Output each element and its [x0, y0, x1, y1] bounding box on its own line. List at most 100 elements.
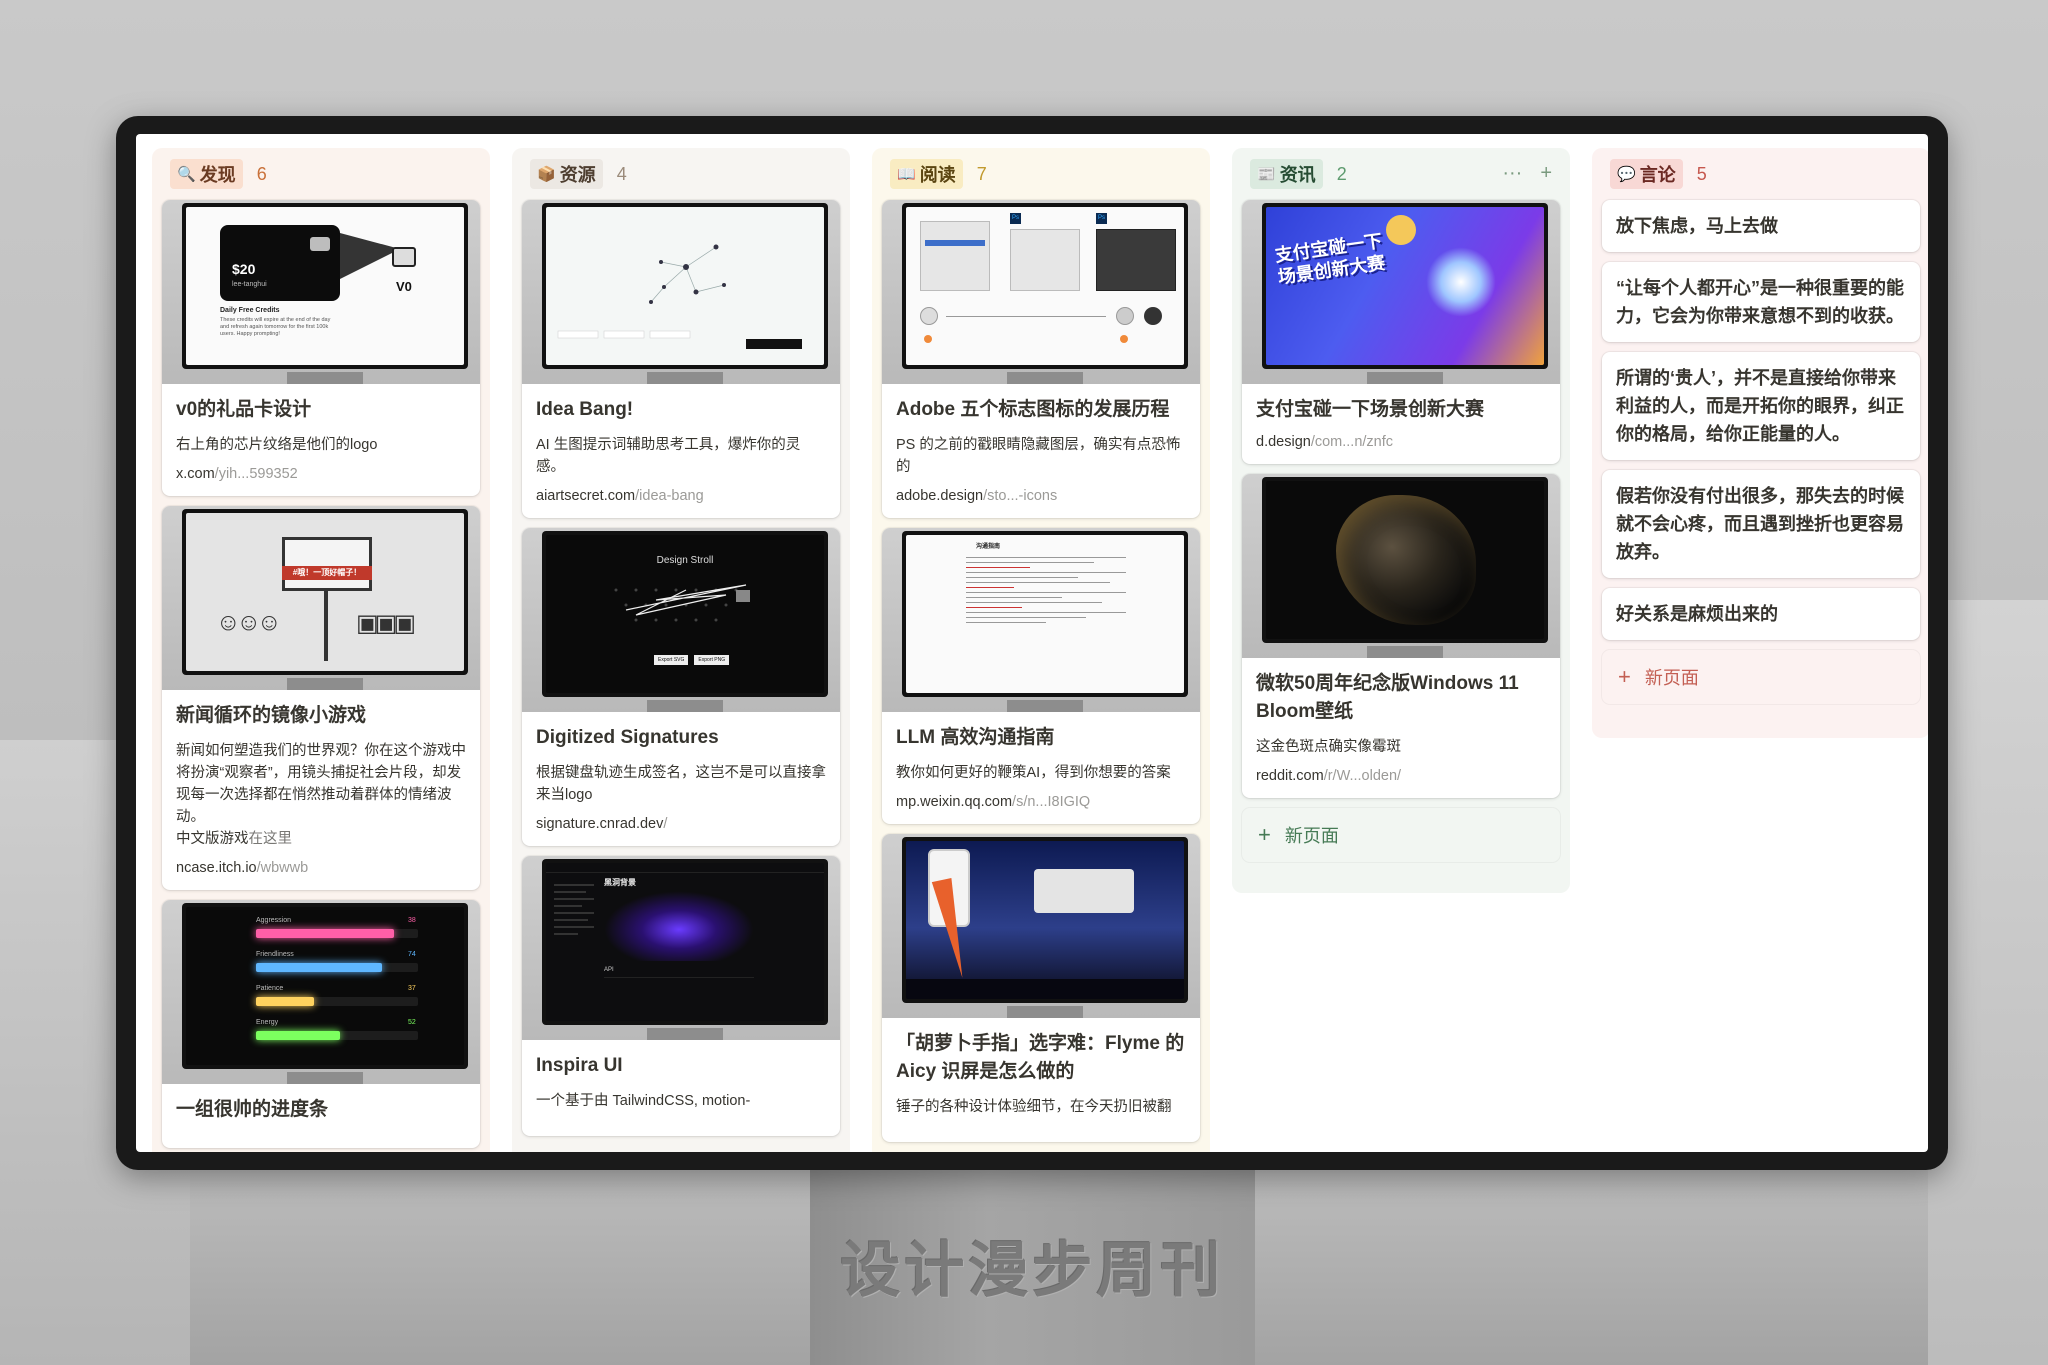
progress-value: 37 [408, 985, 416, 992]
card-progress-bars[interactable]: Aggression 38 Friendliness 74 Patience 37 Ener… [162, 900, 480, 1148]
card-alipay-contest[interactable]: 支付宝碰一下场景创新大赛 支付宝碰一下场景创新大赛 d.design/com..… [1242, 200, 1560, 464]
card-thumbnail: $20 lee-tanghui V0 Daily Free Credits Th… [162, 200, 480, 384]
column-tag[interactable]: 📰 资讯 [1250, 159, 1323, 189]
card-title: Idea Bang! [536, 399, 634, 420]
card-thumbnail: 黑洞背景 API [522, 856, 840, 1040]
progress-label: Aggression [256, 917, 292, 924]
credits-text: These credits will expire at the end of … [220, 317, 331, 337]
card-title: Inspira UI [536, 1055, 623, 1076]
column-count: 4 [616, 163, 627, 184]
kanban-board: 🔍 发现 6 $20 lee-tanghui V0 Daily Free Cre… [136, 134, 1928, 1152]
card-link[interactable]: reddit.com/r/W...olden/ [1256, 768, 1546, 784]
alipay-glow-shape [1426, 247, 1496, 317]
card-adobe-icons[interactable]: Ps Ps Adobe 五个标志图标的发展历程 PS 的之前的戳眼睛隐藏图层，确… [882, 200, 1200, 518]
progress-value: 52 [408, 1019, 416, 1026]
new-page-button[interactable]: + 新页面 [1602, 650, 1920, 704]
gift-user: lee-tanghui [232, 281, 267, 288]
progress-fill [256, 1031, 341, 1040]
thumbnail-screen: Design Stroll Export SVG Export PNG [546, 535, 824, 693]
inspira-heading: 黑洞背景 [604, 878, 636, 887]
card-title: LLM 高效沟通指南 [896, 727, 1055, 748]
column-header[interactable]: 💬 言论 5 [1602, 148, 1920, 200]
card-thumbnail: #哦！一顶好帽子！ ☺☺☺ ▣▣▣ [162, 506, 480, 690]
card-llm-guide[interactable]: 沟通指南 LLM 高效沟通指南 教你如何更好的鞭策AI，得到你想要的答案 mp.… [882, 528, 1200, 824]
chip-icon [310, 237, 330, 251]
ps-icon: Ps [1096, 213, 1107, 224]
progress-value: 74 [408, 951, 416, 958]
card-news-loop-game[interactable]: #哦！一顶好帽子！ ☺☺☺ ▣▣▣ 新闻循环的镜像小游戏 新闻如何塑造我们的世界… [162, 506, 480, 890]
new-page-label: 新页面 [1644, 668, 1699, 688]
card-link[interactable]: signature.cnrad.dev/ [536, 816, 826, 832]
card-link[interactable]: adobe.design/sto...-icons [896, 488, 1186, 504]
thumbnail-screen [546, 207, 824, 365]
watermark-text: 设计漫步周刊 [840, 1235, 1225, 1306]
export-png-button: Export PNG [694, 655, 730, 665]
column-header[interactable]: 🔍 发现 6 [162, 148, 480, 200]
thumbnail-screen: 支付宝碰一下场景创新大赛 [1266, 207, 1544, 365]
quote-card[interactable]: 所谓的‘贵人’，并不是直接给你带来利益的人，而是开拓你的眼界，纠正你的格局，给你… [1602, 352, 1920, 460]
column-header[interactable]: 📖 阅读 7 [882, 148, 1200, 200]
card-flyme-aicy[interactable]: 「胡萝卜手指」选字难：Flyme 的 Aicy 识屏是怎么做的 锤子的各种设计体… [882, 834, 1200, 1142]
column-tag[interactable]: 📖 阅读 [890, 159, 963, 189]
coin-shape [1386, 215, 1416, 245]
card-link[interactable]: ncase.itch.io/wbwwb [176, 860, 466, 876]
card-thumbnail [522, 200, 840, 384]
magnifier-icon: 🔍 [177, 166, 196, 183]
ps-panel-3 [1096, 229, 1176, 291]
book-icon: 📖 [897, 166, 916, 183]
zoom-beam-shape [340, 233, 400, 279]
new-page-button[interactable]: + 新页面 [1242, 808, 1560, 862]
new-page-label: 新页面 [1284, 826, 1339, 846]
add-card-icon[interactable]: + [1540, 162, 1552, 185]
column-header[interactable]: 📰 资讯 2 ··· + [1242, 148, 1560, 200]
bloom-shape [1336, 495, 1476, 625]
column-resource: 📦 资源 4 Idea Bang! AI 生图提示词辅助思考工具，爆炸你的灵感。… [512, 148, 850, 1152]
thumbnail-screen: 黑洞背景 API [546, 863, 824, 1021]
card-idea-bang[interactable]: Idea Bang! AI 生图提示词辅助思考工具，爆炸你的灵感。 aiarts… [522, 200, 840, 518]
card-windows-bloom[interactable]: 微软50周年纪念版Windows 11 Bloom壁纸 这金色斑点确实像霉斑 r… [1242, 474, 1560, 798]
card-digitized-signatures[interactable]: Design Stroll Export SVG Export PNG Digi… [522, 528, 840, 846]
column-discover: 🔍 发现 6 $20 lee-tanghui V0 Daily Free Cre… [152, 148, 490, 1152]
docs-sidebar [554, 879, 594, 1009]
card-link[interactable]: d.design/com...n/znfc [1256, 434, 1546, 450]
guide-text-lines [966, 553, 1126, 627]
card-link[interactable]: mp.weixin.qq.com/s/n...I8IGIQ [896, 794, 1186, 810]
progress-label: Patience [256, 985, 284, 992]
crowd-right-shape: ▣▣▣ [356, 610, 416, 637]
card-link[interactable]: x.com/yih...599352 [176, 466, 466, 482]
card-thumbnail: Aggression 38 Friendliness 74 Patience 37 Ener… [162, 900, 480, 1084]
column-label: 言论 [1639, 165, 1676, 185]
quote-card[interactable]: 好关系是麻烦出来的 [1602, 588, 1920, 640]
card-description: 右上角的芯片纹络是他们的logo [176, 437, 378, 453]
card-v0-gift-card[interactable]: $20 lee-tanghui V0 Daily Free Credits Th… [162, 200, 480, 496]
monitor-frame: 🔍 发现 6 $20 lee-tanghui V0 Daily Free Cre… [116, 116, 1948, 1170]
card-link[interactable]: aiartsecret.com/idea-bang [536, 488, 826, 504]
column-tag[interactable]: 💬 言论 [1610, 159, 1683, 189]
v0-logo: V0 [396, 279, 412, 294]
column-read: 📖 阅读 7 Ps Ps Adobe 五个标志图标的发展历程 PS 的之前的戳眼… [872, 148, 1210, 1152]
card-title: 微软50周年纪念版Windows 11 Bloom壁纸 [1256, 673, 1519, 722]
quote-card[interactable]: 放下焦虑，马上去做 [1602, 200, 1920, 252]
column-count: 6 [256, 163, 267, 184]
column-label: 发现 [199, 165, 236, 185]
game-link[interactable]: 在这里 [249, 831, 293, 847]
card-thumbnail: Ps Ps [882, 200, 1200, 384]
eye-icon [920, 307, 938, 325]
column-tag[interactable]: 📦 资源 [530, 159, 603, 189]
keyboard-shape [1034, 869, 1134, 913]
card-title: Digitized Signatures [536, 727, 719, 748]
column-tag[interactable]: 🔍 发现 [170, 159, 243, 189]
card-description: PS 的之前的戳眼睛隐藏图层，确实有点恐怖的 [896, 437, 1181, 475]
card-inspira-ui[interactable]: 黑洞背景 API Inspira UI 一个基于由 TailwindCSS, m… [522, 856, 840, 1136]
crowd-left-shape: ☺☺☺ [216, 609, 281, 636]
column-header[interactable]: 📦 资源 4 [522, 148, 840, 200]
more-options-icon[interactable]: ··· [1502, 162, 1522, 185]
eye-icon [1116, 307, 1134, 325]
quote-card[interactable]: “让每个人都开心”是一种很重要的能力，它会为你带来意想不到的收获。 [1602, 262, 1920, 342]
thumbnail-screen: 沟通指南 [906, 535, 1184, 693]
card-title: Adobe 五个标志图标的发展历程 [896, 399, 1170, 420]
quote-card[interactable]: 假若你没有付出很多，那失去的时候就不会心疼，而且遇到挫折也更容易放弃。 [1602, 470, 1920, 578]
column-speech: 💬 言论 5 放下焦虑，马上去做 “让每个人都开心”是一种很重要的能力，它会为你… [1592, 148, 1928, 738]
speech-bubble-icon: 💬 [1617, 166, 1636, 183]
plus-icon: + [1258, 822, 1271, 847]
